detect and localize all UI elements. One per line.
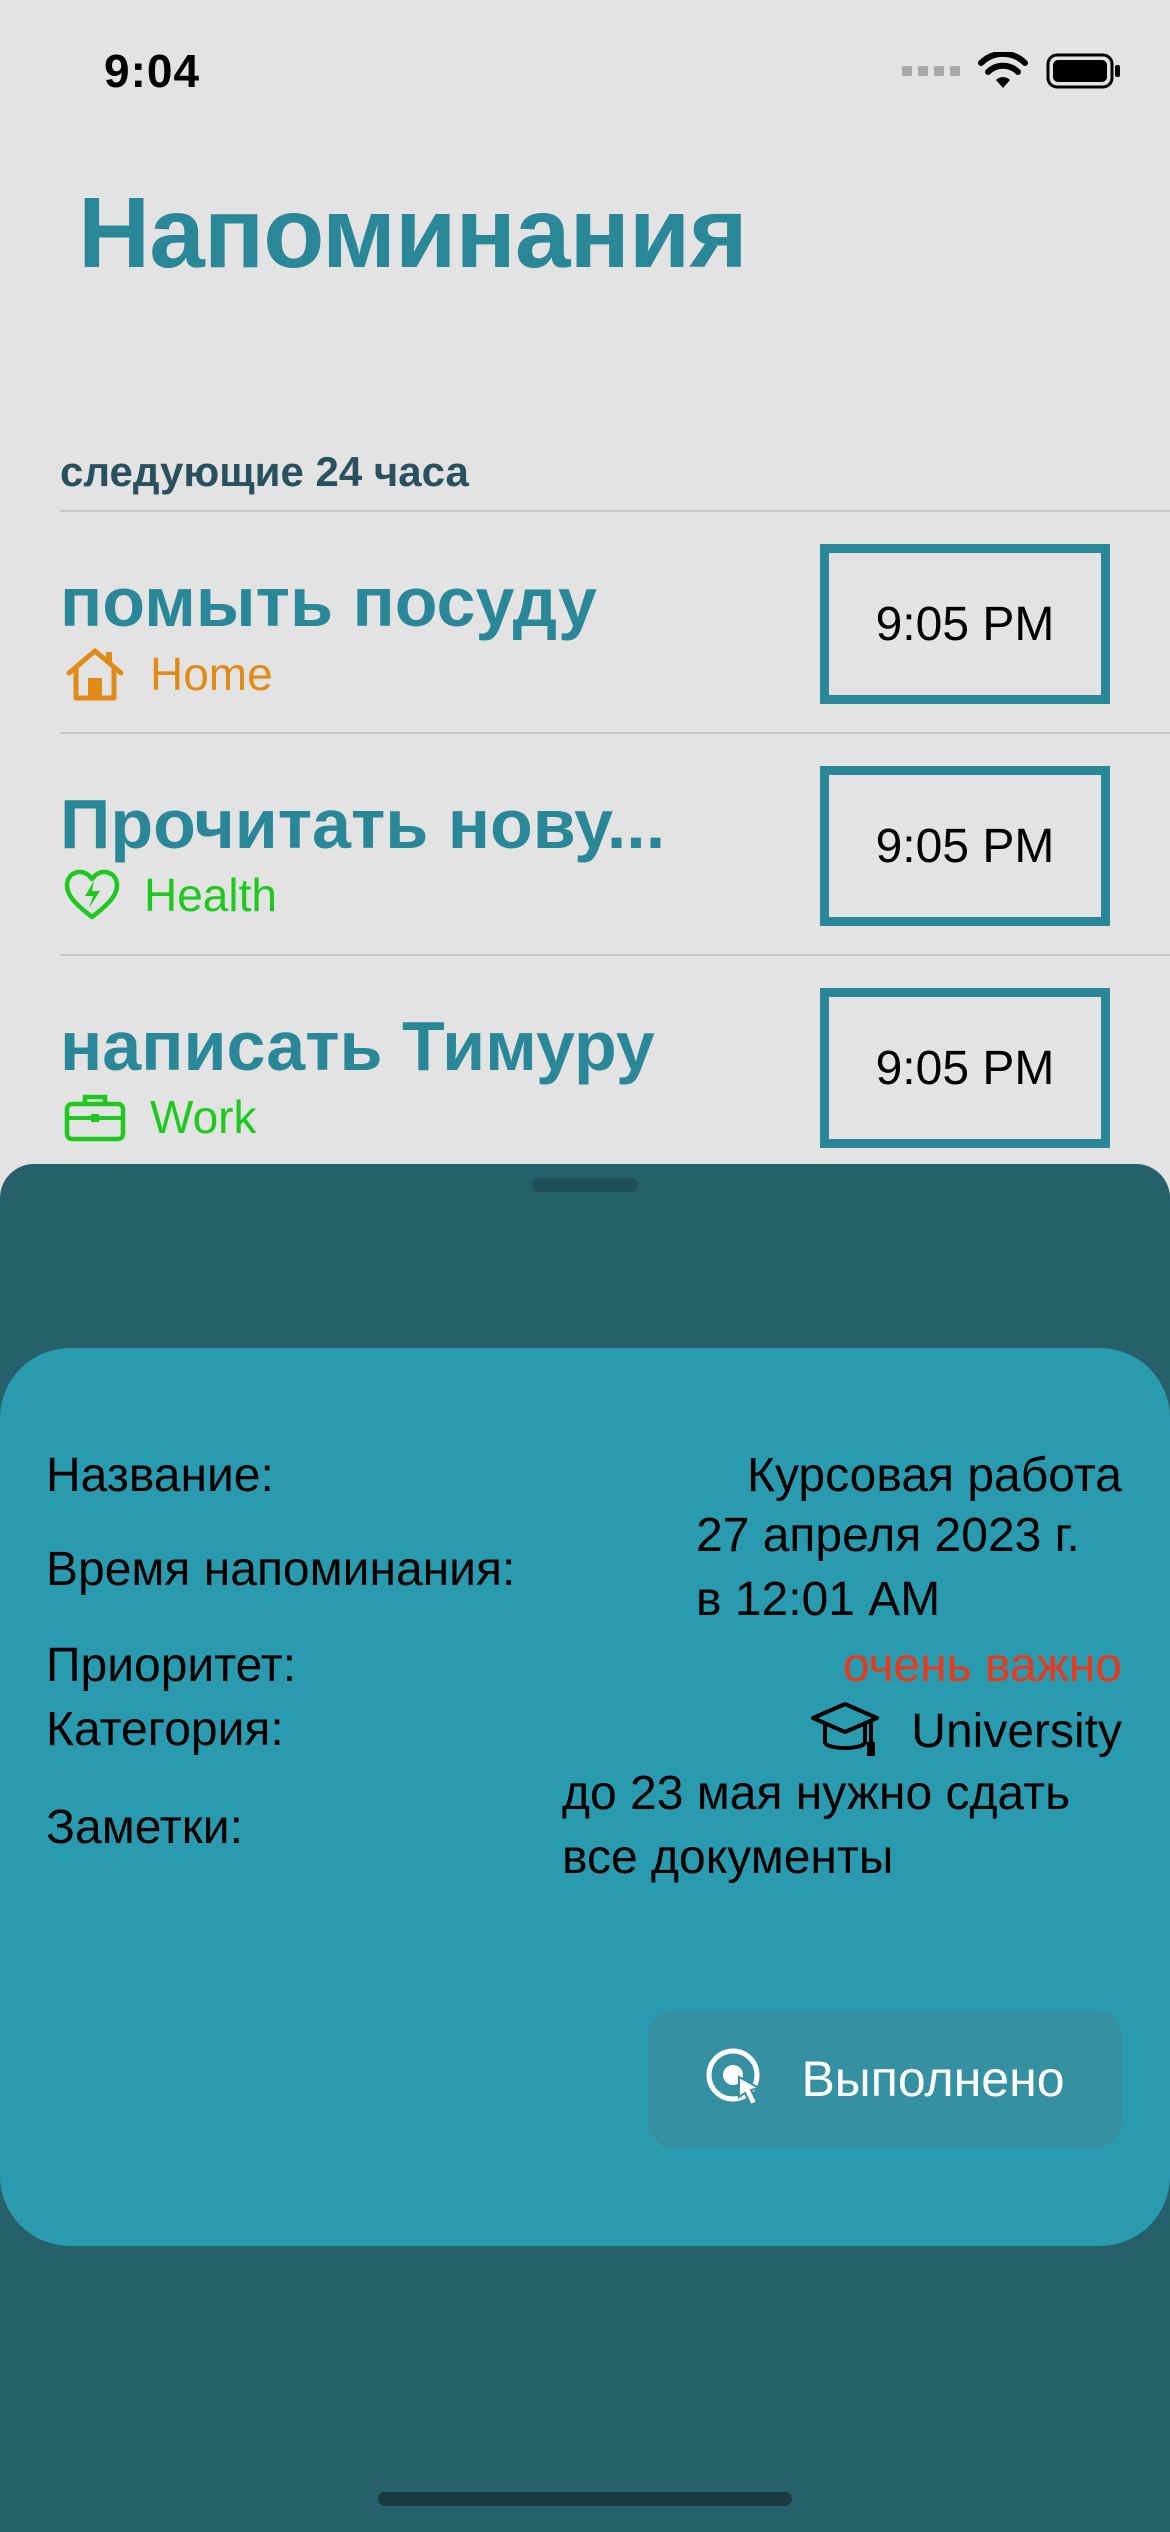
time-value-time: в 12:01 AM	[696, 1573, 941, 1626]
reminder-title: Прочитать нову...	[60, 785, 666, 863]
category-label: Home	[150, 648, 273, 700]
sheet-grabber[interactable]	[532, 1178, 638, 1192]
name-label: Название:	[46, 1449, 274, 1502]
reminder-row[interactable]: помыть посуду Home 9:05 PM	[60, 512, 1110, 734]
reminder-row[interactable]: Прочитать нову... Health 9:05 PM	[60, 734, 1110, 956]
reminder-title: помыть посуду	[60, 563, 597, 641]
priority-value: очень важно	[842, 1639, 1122, 1692]
category-label: Категория:	[46, 1703, 284, 1756]
name-value: Курсовая работа	[747, 1449, 1122, 1502]
heart-bolt-icon	[64, 869, 120, 920]
status-time: 9:04	[104, 45, 201, 97]
status-icons	[902, 52, 1122, 90]
reminder-category: Home	[64, 646, 273, 702]
time-button[interactable]: 9:05 PM	[820, 766, 1110, 926]
notes-line: до 23 мая нужно сдать	[562, 1767, 1071, 1820]
home-indicator	[378, 2492, 792, 2506]
category-value: University	[809, 1698, 1122, 1764]
category-label: Health	[144, 869, 277, 921]
reminder-category: Work	[64, 1090, 257, 1144]
graduation-cap-icon	[811, 1702, 880, 1756]
done-button-label: Выполнено	[801, 2051, 1065, 2107]
priority-label: Приоритет:	[46, 1639, 297, 1692]
section-header: следующие 24 часа	[60, 448, 469, 495]
category-name: University	[911, 1704, 1122, 1758]
briefcase-icon	[64, 1094, 126, 1142]
house-icon	[66, 648, 124, 701]
time-value-date: 27 апреля 2023 г.	[696, 1509, 1080, 1562]
reminder-row[interactable]: написать Тимуру Work 9:05 PM	[60, 956, 1110, 1178]
battery-icon	[1046, 53, 1120, 89]
time-label: Время напоминания:	[46, 1543, 516, 1596]
reminder-category: Health	[64, 868, 277, 922]
done-button[interactable]: Выполнено	[648, 2010, 1122, 2148]
notes-value: до 23 мая нужно сдать все документы	[562, 1762, 1070, 1890]
time-button[interactable]: 9:05 PM	[820, 988, 1110, 1148]
category-label: Work	[150, 1091, 257, 1143]
notes-label: Заметки:	[46, 1801, 243, 1854]
page-title: Напоминания	[78, 177, 748, 289]
time-value: 27 апреля 2023 г. в 12:01 AM	[696, 1504, 1080, 1632]
cellular-signal-icon	[902, 66, 960, 76]
time-button[interactable]: 9:05 PM	[820, 544, 1110, 704]
tap-icon	[706, 2048, 763, 2107]
wifi-icon	[978, 52, 1028, 88]
notes-line: все документы	[562, 1831, 894, 1884]
reminder-title: написать Тимуру	[60, 1007, 655, 1085]
